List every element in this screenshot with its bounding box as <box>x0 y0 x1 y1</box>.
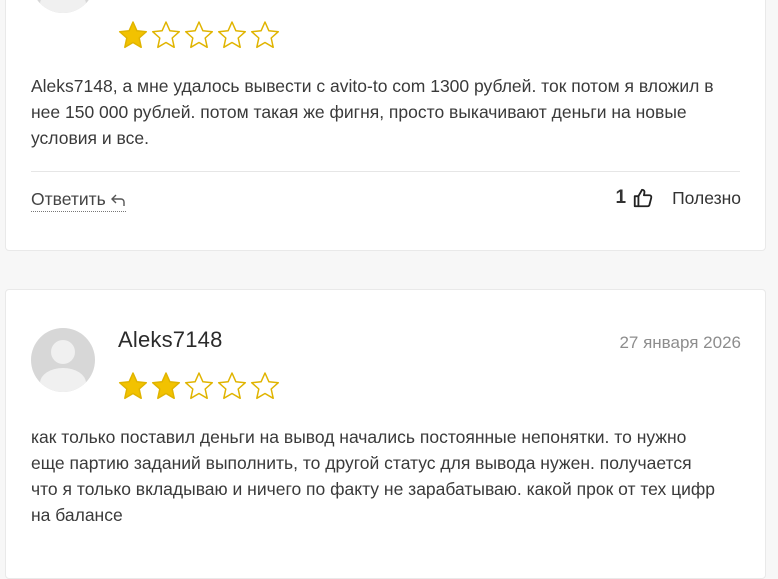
review-text: как только поставил деньги на вывод нача… <box>31 427 716 525</box>
review-date: 27 января 2026 <box>619 333 741 352</box>
useful-count: 1 <box>615 187 627 208</box>
star-empty-icon <box>184 372 214 400</box>
reply-button[interactable]: Ответить <box>31 189 126 212</box>
star-empty-icon <box>217 21 247 49</box>
review-card: Aleks7148, а мне удалось вывести с avito… <box>5 0 766 251</box>
user-avatar <box>31 328 95 392</box>
useful-block: 1 Полезно <box>616 187 741 209</box>
user-avatar <box>31 0 95 13</box>
reply-label: Ответить <box>31 189 106 209</box>
review-author[interactable]: Aleks7148 <box>118 327 223 353</box>
star-empty-icon <box>250 372 280 400</box>
star-filled-icon <box>151 372 181 400</box>
review-card: Aleks7148 27 января 2026 как только пост… <box>5 289 766 579</box>
reply-arrow-icon <box>110 194 125 206</box>
star-filled-icon <box>118 21 148 49</box>
star-empty-icon <box>217 372 247 400</box>
star-empty-icon <box>184 21 214 49</box>
divider <box>31 171 740 172</box>
thumbs-up-icon[interactable] <box>632 187 654 209</box>
rating-stars <box>118 20 280 50</box>
useful-button[interactable]: Полезно <box>672 188 741 209</box>
star-empty-icon <box>151 21 181 49</box>
star-empty-icon <box>250 21 280 49</box>
review-text: Aleks7148, а мне удалось вывести с avito… <box>31 76 714 148</box>
rating-stars <box>118 371 280 401</box>
star-filled-icon <box>118 372 148 400</box>
